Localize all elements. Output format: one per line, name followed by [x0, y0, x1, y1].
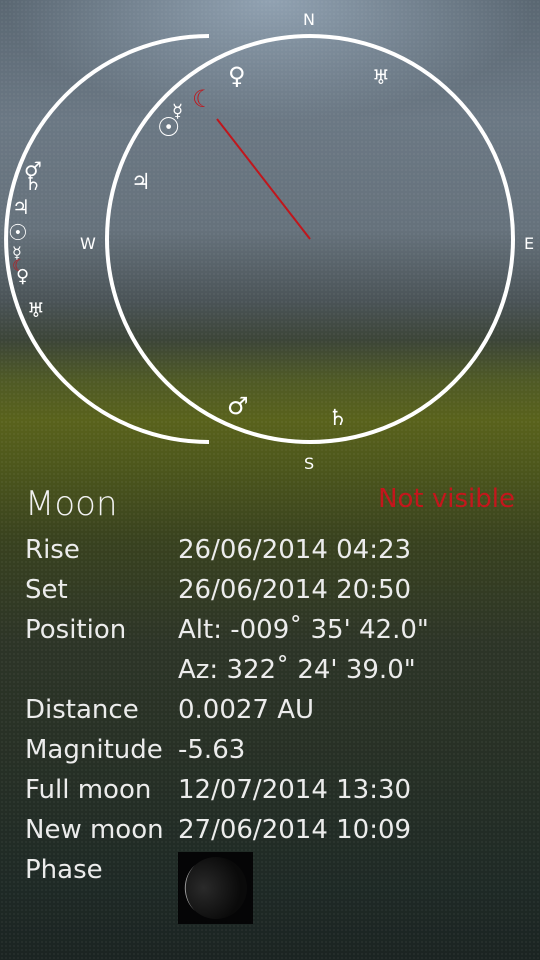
east-label: E — [524, 234, 534, 253]
visibility-status: Not visible — [378, 484, 515, 514]
sky-compass[interactable]: N E S W ☾ ♀ ♅ ☿ ☉ ♃ ♂ ♄ ♂ ♄ ♃ ☉ ☿ ☾ ♀ ♅ — [0, 0, 540, 470]
moon-direction-line — [216, 118, 311, 240]
uranus-icon[interactable]: ♅ — [372, 65, 390, 89]
full-moon-value: 12/07/2014 13:30 — [178, 775, 412, 805]
new-moon-value: 27/06/2014 10:09 — [178, 815, 412, 845]
full-moon-label: Full moon — [25, 775, 152, 805]
jupiter-icon[interactable]: ♃ — [131, 170, 151, 195]
set-label: Set — [25, 575, 68, 605]
west-label: W — [80, 234, 96, 253]
sun-icon[interactable]: ☉ — [157, 113, 180, 143]
phase-label: Phase — [25, 855, 103, 885]
new-moon-label: New moon — [25, 815, 164, 845]
crescent-moon-icon — [184, 857, 247, 919]
moon-icon[interactable]: ☾ — [192, 85, 214, 113]
magnitude-label: Magnitude — [25, 735, 163, 765]
altitude-value: Alt: -009˚ 35' 42.0" — [178, 615, 429, 645]
azimuth-value: Az: 322˚ 24' 39.0" — [178, 655, 416, 685]
horizon-jupiter-icon[interactable]: ♃ — [12, 195, 30, 219]
distance-value: 0.0027 AU — [178, 695, 315, 725]
object-name: Moon — [25, 484, 118, 524]
north-label: N — [303, 10, 315, 29]
venus-icon[interactable]: ♀ — [228, 62, 246, 90]
moon-phase-image — [178, 852, 253, 924]
position-label: Position — [25, 615, 127, 645]
mars-icon[interactable]: ♂ — [227, 392, 249, 420]
set-value: 26/06/2014 20:50 — [178, 575, 412, 605]
magnitude-value: -5.63 — [178, 735, 246, 765]
horizon-venus-icon[interactable]: ♀ — [16, 266, 29, 287]
distance-label: Distance — [25, 695, 139, 725]
rise-value: 26/06/2014 04:23 — [178, 535, 412, 565]
south-label: S — [304, 454, 314, 470]
horizon-saturn-icon[interactable]: ♄ — [24, 171, 42, 195]
rise-label: Rise — [25, 535, 80, 565]
saturn-icon[interactable]: ♄ — [328, 406, 348, 431]
horizon-uranus-icon[interactable]: ♅ — [27, 298, 45, 322]
